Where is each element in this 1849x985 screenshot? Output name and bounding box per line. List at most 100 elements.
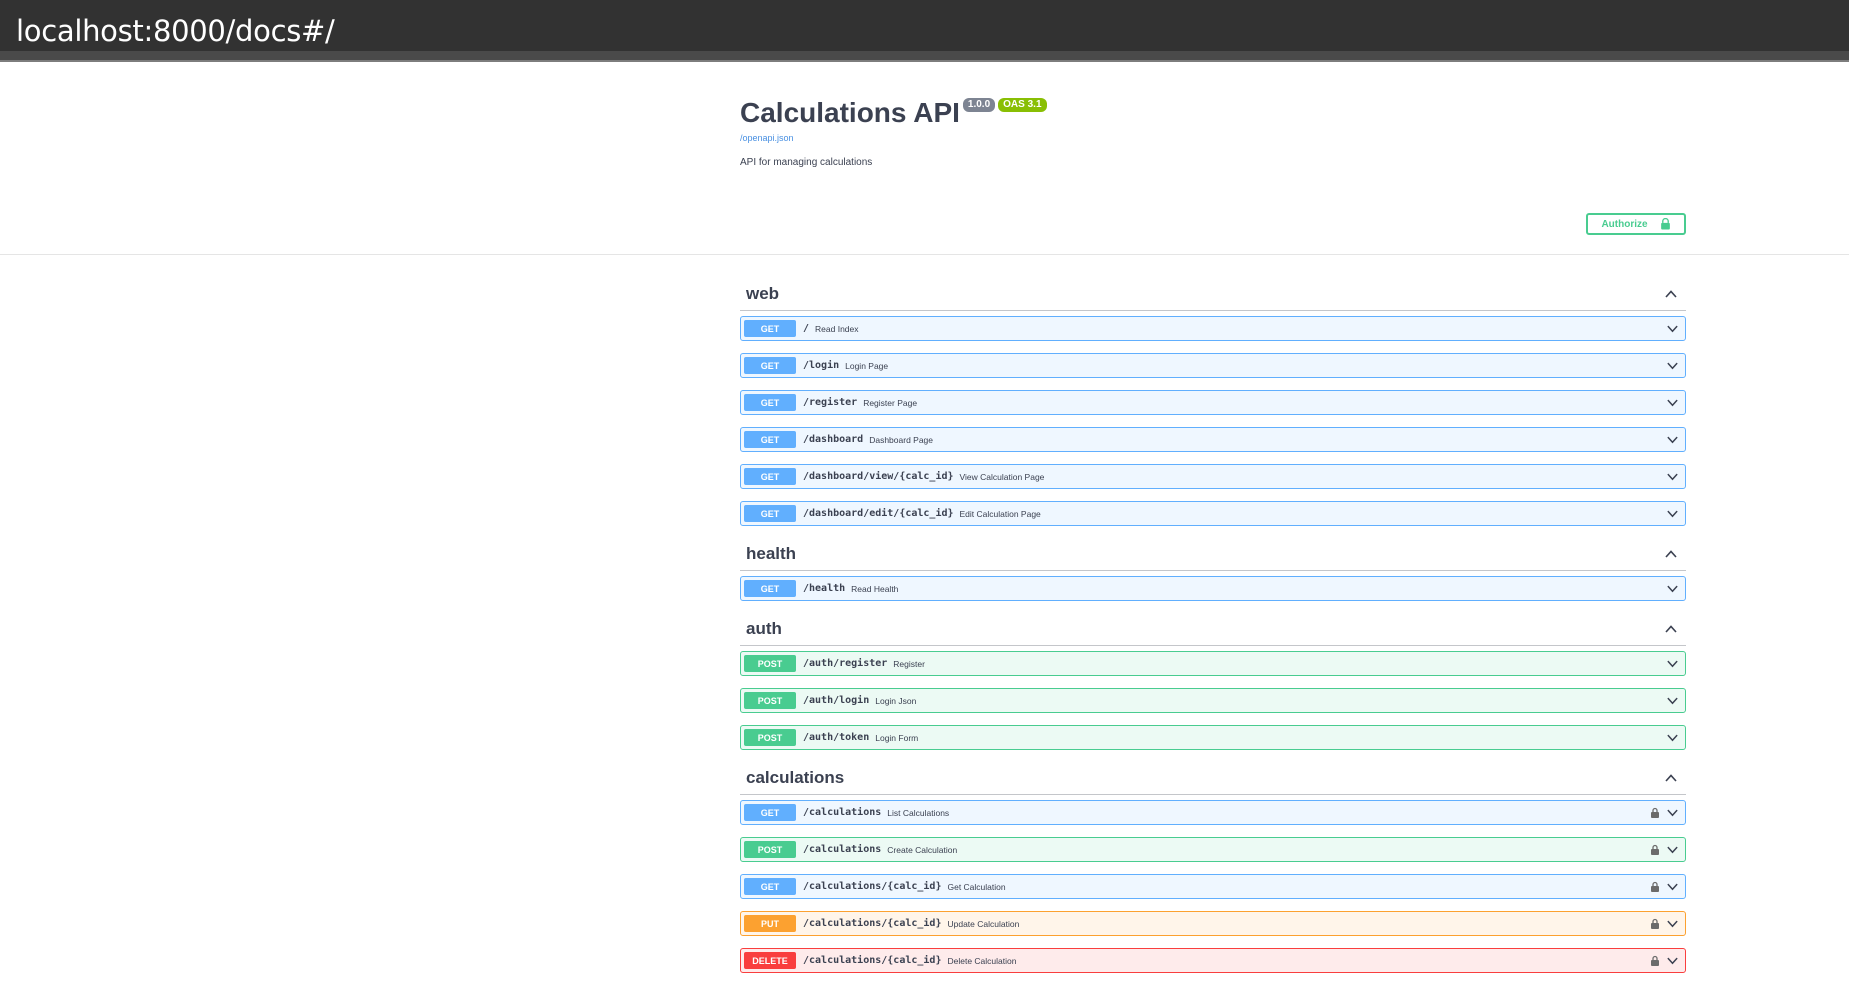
operation-path: /calculations	[803, 844, 882, 855]
api-description: API for managing calculations	[740, 157, 873, 168]
operation-summary: Login Json	[875, 695, 917, 706]
chevron-up-icon[interactable]	[1664, 622, 1678, 636]
operation-summary: Read Health	[851, 583, 899, 594]
operation-path: /calculations/{calc_id}	[803, 955, 942, 966]
operation-summary: Edit Calculation Page	[959, 508, 1041, 519]
operation-row[interactable]: GET/register Register Page	[740, 390, 1686, 415]
method-badge: GET	[744, 431, 796, 448]
chevron-down-icon[interactable]	[1666, 433, 1679, 446]
chevron-up-icon[interactable]	[1664, 771, 1678, 785]
api-info-section: Calculations API 1.0.0 OAS 3.1 /openapi.…	[0, 62, 1849, 255]
operation-controls	[1666, 726, 1679, 749]
chevron-down-icon[interactable]	[1666, 322, 1679, 335]
operation-row[interactable]: GET / Read Index	[740, 316, 1686, 341]
operation-row[interactable]: GET/dashboard Dashboard Page	[740, 427, 1686, 452]
operation-row[interactable]: GET/health Read Health	[740, 576, 1686, 601]
method-badge: GET	[744, 357, 796, 374]
operation-controls	[1666, 652, 1679, 675]
operation-summary: View Calculation Page	[959, 471, 1045, 482]
operation-row[interactable]: GET/calculations List Calculations	[740, 800, 1686, 825]
method-badge: GET	[744, 878, 796, 895]
operation-row[interactable]: PUT/calculations/{calc_id} Update Calcula…	[740, 911, 1686, 936]
tag-section-calculations[interactable]: calculations	[740, 762, 1686, 795]
operation-path: /register	[803, 397, 858, 408]
operation-summary: Register	[893, 658, 925, 669]
operation-path: /dashboard	[803, 434, 864, 445]
operation-row[interactable]: POST/auth/token Login Form	[740, 725, 1686, 750]
operation-row[interactable]: GET/login Login Page	[740, 353, 1686, 378]
operation-summary: Dashboard Page	[869, 434, 934, 445]
operation-row[interactable]: POST/auth/register Register	[740, 651, 1686, 676]
method-badge: GET	[744, 505, 796, 522]
operation-controls	[1650, 838, 1679, 861]
chevron-up-icon[interactable]	[1664, 547, 1678, 561]
operation-path: /calculations/{calc_id}	[803, 918, 942, 929]
method-badge: GET	[744, 580, 796, 597]
tag-title: auth	[746, 619, 782, 638]
operation-summary: Register Page	[863, 397, 918, 408]
openapi-spec-link[interactable]: /openapi.json	[740, 133, 1686, 143]
operation-controls	[1666, 428, 1679, 451]
chevron-down-icon[interactable]	[1666, 954, 1679, 967]
method-badge: GET	[744, 394, 796, 411]
operation-summary: Read Index	[815, 323, 859, 334]
chevron-down-icon[interactable]	[1666, 582, 1679, 595]
operation-summary: Login Page	[845, 360, 889, 371]
method-badge: POST	[744, 841, 796, 858]
operation-summary: Create Calculation	[887, 844, 958, 855]
tag-section-auth[interactable]: auth	[740, 613, 1686, 646]
method-badge: GET	[744, 320, 796, 337]
operation-summary: Update Calculation	[947, 918, 1020, 929]
operation-row[interactable]: POST/auth/login Login Json	[740, 688, 1686, 713]
lock-icon[interactable]	[1650, 844, 1660, 855]
chevron-down-icon[interactable]	[1666, 843, 1679, 856]
operation-controls	[1666, 465, 1679, 488]
chevron-down-icon[interactable]	[1666, 694, 1679, 707]
chevron-down-icon[interactable]	[1666, 396, 1679, 409]
browser-address-bar[interactable]: localhost:8000/docs#/	[0, 0, 1849, 60]
operation-path: /dashboard/view/{calc_id}	[803, 471, 954, 482]
operation-controls	[1666, 577, 1679, 600]
chevron-down-icon[interactable]	[1666, 806, 1679, 819]
operation-controls	[1666, 317, 1679, 340]
operation-row[interactable]: DELETE/calculations/{calc_id} Delete Calc…	[740, 948, 1686, 973]
chevron-up-icon[interactable]	[1664, 287, 1678, 301]
lock-icon[interactable]	[1650, 955, 1660, 966]
operation-path: /calculations	[803, 807, 882, 818]
version-badge: 1.0.0	[962, 98, 996, 112]
url-text[interactable]: localhost:8000/docs#/	[16, 14, 335, 48]
chevron-down-icon[interactable]	[1666, 880, 1679, 893]
tag-title: calculations	[746, 768, 845, 787]
method-badge: POST	[744, 655, 796, 672]
chevron-down-icon[interactable]	[1666, 657, 1679, 670]
operation-row[interactable]: GET/calculations/{calc_id} Get Calculatio…	[740, 874, 1686, 899]
chevron-down-icon[interactable]	[1666, 731, 1679, 744]
operations-container: web GET / Read Index GET/login Login Page GET /…	[740, 278, 1686, 985]
operation-controls	[1666, 502, 1679, 525]
page-title: Calculations API	[740, 97, 960, 128]
lock-icon[interactable]	[1650, 881, 1660, 892]
operation-controls	[1666, 354, 1679, 377]
lock-icon[interactable]	[1650, 807, 1660, 818]
operation-path: /auth/login	[803, 695, 870, 706]
operation-path: /calculations/{calc_id}	[803, 881, 942, 892]
operation-row[interactable]: GET/dashboard/view/{calc_id} View Calcula…	[740, 464, 1686, 489]
oas-badge: OAS 3.1	[998, 98, 1047, 112]
chevron-down-icon[interactable]	[1666, 917, 1679, 930]
authorize-label: Authorize	[1601, 218, 1648, 230]
chevron-down-icon[interactable]	[1666, 470, 1679, 483]
operation-row[interactable]: POST/calculations Create Calculation	[740, 837, 1686, 862]
lock-icon	[1660, 218, 1670, 230]
tag-section-web[interactable]: web	[740, 278, 1686, 311]
method-badge: GET	[744, 468, 796, 485]
chevron-down-icon[interactable]	[1666, 359, 1679, 372]
tag-title: health	[746, 544, 797, 563]
operation-controls	[1666, 689, 1679, 712]
tag-section-health[interactable]: health	[740, 538, 1686, 571]
lock-icon[interactable]	[1650, 918, 1660, 929]
authorize-button[interactable]: Authorize	[1586, 213, 1686, 235]
method-badge: GET	[744, 804, 796, 821]
operation-row[interactable]: GET/dashboard/edit/{calc_id} Edit Calcula…	[740, 501, 1686, 526]
operation-path: /auth/register	[803, 658, 888, 669]
chevron-down-icon[interactable]	[1666, 507, 1679, 520]
